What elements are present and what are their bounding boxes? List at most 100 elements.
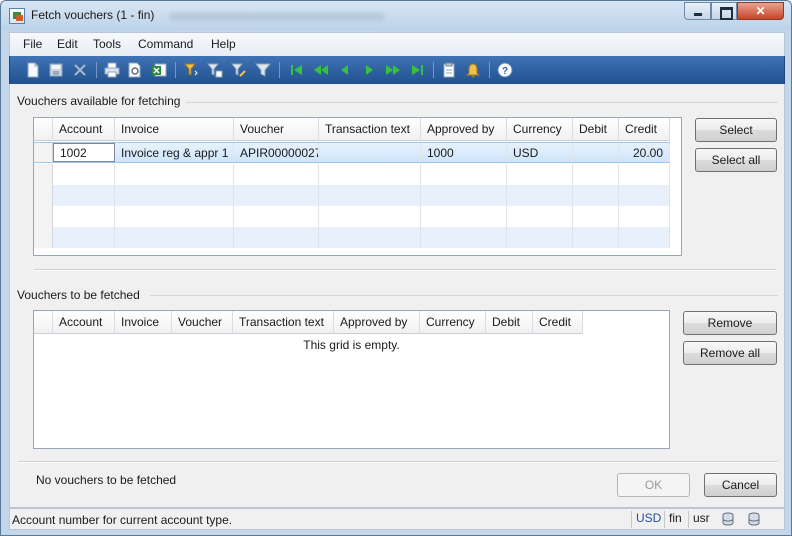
database-icon[interactable] bbox=[747, 512, 761, 526]
print-preview-icon[interactable] bbox=[127, 62, 143, 78]
menu-tools[interactable]: Tools bbox=[93, 37, 121, 51]
row-selector bbox=[34, 206, 53, 227]
toolbar-separator bbox=[175, 62, 176, 78]
fetch-status-text: No vouchers to be fetched bbox=[36, 473, 177, 487]
status-currency[interactable]: USD bbox=[631, 511, 661, 528]
previous-record-icon[interactable] bbox=[337, 62, 353, 78]
col-transaction-text[interactable]: Transaction text bbox=[319, 118, 421, 141]
col-credit[interactable]: Credit bbox=[619, 118, 670, 141]
cancel-button[interactable]: Cancel bbox=[704, 473, 777, 497]
print-icon[interactable] bbox=[104, 62, 120, 78]
empty-row bbox=[34, 164, 670, 185]
save-icon[interactable] bbox=[48, 62, 64, 78]
col-invoice[interactable]: Invoice bbox=[115, 118, 234, 141]
table-row[interactable]: 1002 Invoice reg & appr 1 APIR00000027 1… bbox=[34, 142, 670, 163]
window-title: Fetch vouchers (1 - fin) bbox=[31, 8, 155, 22]
row-selector[interactable] bbox=[34, 143, 53, 162]
menu-file[interactable]: File bbox=[23, 37, 42, 51]
alerts-icon[interactable] bbox=[465, 62, 481, 78]
cell-account[interactable]: 1002 bbox=[53, 143, 115, 162]
menu-bar: File Edit Tools Command Help bbox=[9, 32, 785, 56]
delete-icon[interactable] bbox=[72, 62, 88, 78]
col-account[interactable]: Account bbox=[53, 311, 115, 334]
available-vouchers-grid[interactable]: Account Invoice Voucher Transaction text… bbox=[33, 117, 682, 256]
empty-row bbox=[34, 185, 670, 206]
empty-grid-message: This grid is empty. bbox=[303, 338, 400, 352]
col-debit[interactable]: Debit bbox=[573, 118, 619, 141]
row-selector bbox=[34, 227, 53, 248]
cell-debit[interactable] bbox=[573, 143, 619, 162]
remove-filter-icon[interactable] bbox=[254, 62, 272, 78]
menu-command[interactable]: Command bbox=[138, 37, 193, 51]
filter-by-selection-icon[interactable] bbox=[183, 62, 199, 78]
to-fetch-group-label: Vouchers to be fetched bbox=[17, 288, 146, 302]
status-help-text: Account number for current account type. bbox=[12, 513, 233, 527]
previous-page-icon[interactable] bbox=[313, 62, 329, 78]
database-icon[interactable] bbox=[721, 512, 735, 526]
select-all-button[interactable]: Select all bbox=[695, 148, 777, 172]
row-header-corner bbox=[34, 311, 53, 334]
col-credit[interactable]: Credit bbox=[533, 311, 583, 334]
help-icon[interactable]: ? bbox=[497, 62, 513, 78]
toolbar-separator bbox=[433, 62, 434, 78]
col-transaction-text[interactable]: Transaction text bbox=[233, 311, 334, 334]
minimize-button[interactable] bbox=[684, 2, 711, 20]
cell-voucher[interactable]: APIR00000027 bbox=[234, 143, 319, 162]
empty-row bbox=[34, 227, 670, 248]
group-separator-line bbox=[150, 295, 778, 296]
col-currency[interactable]: Currency bbox=[420, 311, 486, 334]
svg-text:?: ? bbox=[502, 66, 508, 77]
last-record-icon[interactable] bbox=[409, 62, 425, 78]
row-selector bbox=[34, 185, 53, 206]
col-approved-by[interactable]: Approved by bbox=[334, 311, 420, 334]
menu-edit[interactable]: Edit bbox=[57, 37, 78, 51]
col-debit[interactable]: Debit bbox=[486, 311, 533, 334]
col-approved-by[interactable]: Approved by bbox=[421, 118, 507, 141]
row-selector bbox=[34, 164, 53, 185]
remove-button[interactable]: Remove bbox=[683, 311, 777, 335]
to-fetch-grid-header: Account Invoice Voucher Transaction text… bbox=[34, 311, 583, 334]
document-handling-icon[interactable] bbox=[441, 62, 457, 78]
status-layer: usr bbox=[688, 511, 710, 528]
col-voucher[interactable]: Voucher bbox=[234, 118, 319, 141]
col-invoice[interactable]: Invoice bbox=[115, 311, 172, 334]
status-company[interactable]: fin bbox=[664, 511, 682, 528]
menu-help[interactable]: Help bbox=[211, 37, 236, 51]
new-icon[interactable] bbox=[25, 62, 41, 78]
available-group-label: Vouchers available for fetching bbox=[17, 94, 187, 108]
cell-invoice[interactable]: Invoice reg & appr 1 bbox=[115, 143, 234, 162]
toolbar-separator bbox=[489, 62, 490, 78]
cell-credit[interactable]: 20.00 bbox=[619, 143, 670, 162]
col-currency[interactable]: Currency bbox=[507, 118, 573, 141]
app-icon bbox=[9, 8, 25, 24]
vouchers-to-fetch-grid[interactable]: Account Invoice Voucher Transaction text… bbox=[33, 310, 670, 449]
ok-button[interactable]: OK bbox=[617, 473, 690, 497]
blurred-title-detail bbox=[169, 13, 385, 21]
col-account[interactable]: Account bbox=[53, 118, 115, 141]
select-button[interactable]: Select bbox=[695, 118, 777, 142]
section-divider bbox=[34, 269, 776, 271]
first-record-icon[interactable] bbox=[289, 62, 305, 78]
maximize-button[interactable] bbox=[711, 2, 737, 20]
group-separator-line bbox=[180, 102, 778, 103]
filter-by-grid-icon[interactable] bbox=[206, 62, 223, 78]
cell-approved-by[interactable]: 1000 bbox=[421, 143, 507, 162]
toolbar-separator bbox=[96, 62, 97, 78]
next-record-icon[interactable] bbox=[361, 62, 377, 78]
col-voucher[interactable]: Voucher bbox=[172, 311, 233, 334]
close-button[interactable] bbox=[737, 2, 784, 20]
export-to-excel-icon[interactable] bbox=[151, 62, 167, 78]
fetch-vouchers-window: Fetch vouchers (1 - fin) File Edit Tools… bbox=[0, 0, 792, 536]
remove-all-button[interactable]: Remove all bbox=[683, 341, 777, 365]
toolbar: ? bbox=[9, 56, 785, 84]
available-grid-header: Account Invoice Voucher Transaction text… bbox=[34, 118, 670, 141]
cell-transaction-text[interactable] bbox=[319, 143, 421, 162]
toolbar-separator bbox=[279, 62, 280, 78]
title-bar: Fetch vouchers (1 - fin) bbox=[1, 1, 791, 31]
status-bar: Account number for current account type.… bbox=[9, 508, 785, 530]
next-page-icon[interactable] bbox=[385, 62, 401, 78]
advanced-filter-icon[interactable] bbox=[230, 62, 247, 78]
empty-row bbox=[34, 206, 670, 227]
dialog-content: Vouchers available for fetching Account … bbox=[9, 84, 785, 508]
cell-currency[interactable]: USD bbox=[507, 143, 573, 162]
